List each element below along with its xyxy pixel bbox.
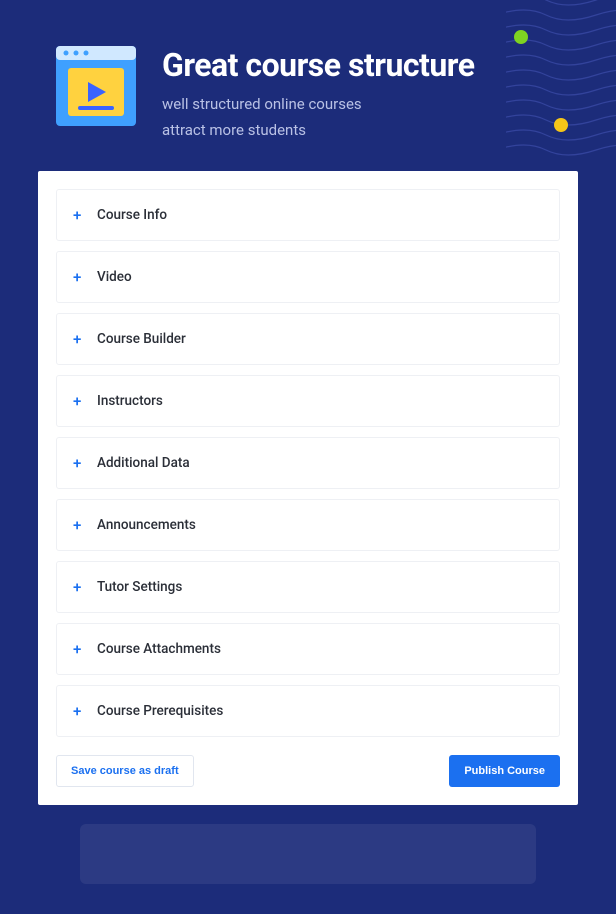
accordion-item-course-prerequisites[interactable]: + Course Prerequisites <box>56 685 560 737</box>
page-subtitle: well structured online courses attract m… <box>162 92 475 143</box>
accordion-item-instructors[interactable]: + Instructors <box>56 375 560 427</box>
accordion-label: Course Prerequisites <box>97 703 223 719</box>
accordion-label: Course Info <box>97 207 167 223</box>
accordion-item-course-info[interactable]: + Course Info <box>56 189 560 241</box>
accordion-label: Course Attachments <box>97 641 221 657</box>
accordion-label: Additional Data <box>97 455 190 471</box>
accordion-item-tutor-settings[interactable]: + Tutor Settings <box>56 561 560 613</box>
plus-icon: + <box>73 642 85 657</box>
plus-icon: + <box>73 456 85 471</box>
accordion-label: Announcements <box>97 517 196 533</box>
background-card-shadow <box>80 824 536 884</box>
plus-icon: + <box>73 394 85 409</box>
action-row: Save course as draft Publish Course <box>56 755 560 787</box>
plus-icon: + <box>73 704 85 719</box>
accordion-item-course-attachments[interactable]: + Course Attachments <box>56 623 560 675</box>
plus-icon: + <box>73 270 85 285</box>
plus-icon: + <box>73 208 85 223</box>
course-video-icon <box>56 46 136 126</box>
page-title: Great course structure <box>162 46 475 84</box>
accordion-item-announcements[interactable]: + Announcements <box>56 499 560 551</box>
publish-course-button[interactable]: Publish Course <box>449 755 560 787</box>
accordion-label: Instructors <box>97 393 163 409</box>
page-header: Great course structure well structured o… <box>0 0 616 171</box>
plus-icon: + <box>73 332 85 347</box>
plus-icon: + <box>73 518 85 533</box>
accordion-label: Video <box>97 269 132 285</box>
accordion-item-additional-data[interactable]: + Additional Data <box>56 437 560 489</box>
course-sections-card: + Course Info + Video + Course Builder + Instru… <box>38 171 578 805</box>
accordion-label: Course Builder <box>97 331 186 347</box>
save-draft-button[interactable]: Save course as draft <box>56 755 194 787</box>
accordion-item-video[interactable]: + Video <box>56 251 560 303</box>
accordion-item-course-builder[interactable]: + Course Builder <box>56 313 560 365</box>
plus-icon: + <box>73 580 85 595</box>
accordion-label: Tutor Settings <box>97 579 182 595</box>
